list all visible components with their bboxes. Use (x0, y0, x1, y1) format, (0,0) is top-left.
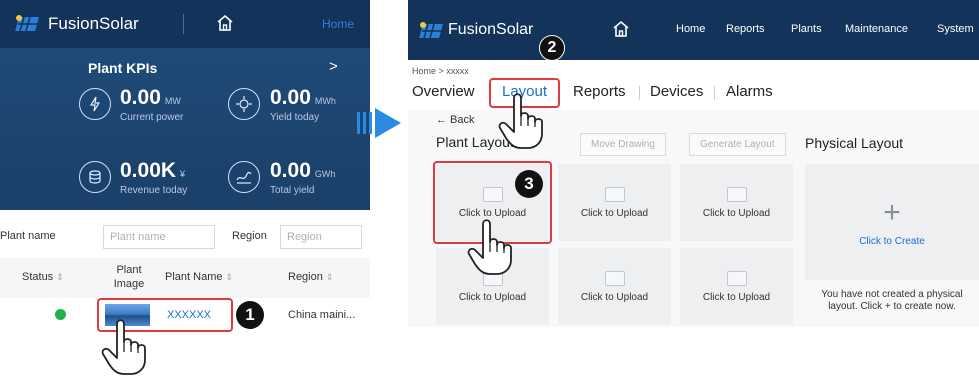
move-drawing-button[interactable]: Move Drawing (580, 133, 666, 156)
th-region-label: Region (288, 271, 323, 283)
kpi-label: Yield today (270, 112, 320, 123)
web-top-bar: FusionSolar Home Reports Plants Maintena… (408, 0, 979, 60)
sort-icon: ⇕ (56, 272, 64, 282)
nav-home[interactable]: Home (676, 23, 705, 35)
nav-maintenance[interactable]: Maintenance (845, 23, 908, 35)
yield-today-icon (228, 88, 260, 120)
region-label: Region (232, 230, 267, 242)
image-placeholder-icon (726, 270, 747, 286)
upload-cell[interactable]: Click to Upload (680, 248, 793, 325)
kpi-label: Revenue today (120, 185, 188, 196)
nav-plants[interactable]: Plants (791, 23, 822, 35)
home-icon[interactable] (215, 13, 235, 33)
create-label: Click to Create (859, 235, 925, 247)
region-input[interactable]: Region (280, 225, 362, 249)
tab-overview[interactable]: Overview (412, 83, 475, 100)
th-plant-name[interactable]: Plant Name ⇕ (165, 271, 233, 283)
brand-name: FusionSolar (448, 21, 534, 38)
th-region[interactable]: Region ⇕ (288, 271, 333, 283)
th-plant-image-line1: Plant (116, 264, 142, 276)
th-plant-name-label: Plant Name (165, 271, 223, 283)
nav-system[interactable]: System (937, 23, 974, 35)
nav-reports[interactable]: Reports (726, 23, 765, 35)
fusionsolar-logo-icon (419, 22, 444, 39)
upload-cell[interactable]: Click to Upload (558, 164, 671, 241)
kpi-value: 0.00 (120, 86, 161, 109)
hand-pointer-icon (101, 319, 146, 375)
fusionsolar-logo-icon (15, 15, 40, 32)
kpi-value: 0.00K (120, 159, 177, 182)
back-link[interactable]: ← Back (436, 114, 475, 126)
kpi-yield-today: 0.00 MWh Yield today (270, 86, 336, 123)
home-link[interactable]: Home (322, 17, 354, 31)
th-plant-image: Plant Image (106, 263, 152, 291)
tab-divider (639, 86, 640, 100)
sort-icon: ⇕ (325, 272, 334, 282)
kpi-value: 0.00 (270, 159, 311, 182)
empty-note-line1: You have not created a physical (821, 289, 963, 300)
transition-arrow-icon (357, 108, 401, 138)
image-placeholder-icon (604, 186, 625, 202)
hand-pointer-icon (498, 93, 543, 149)
th-status-label: Status (22, 271, 54, 283)
mobile-app-panel: FusionSolar Home Plant KPIs > 0.00 MW Cur… (0, 0, 370, 375)
kpi-value: 0.00 (270, 86, 311, 109)
upload-label: Click to Upload (458, 291, 527, 303)
sort-icon: ⇕ (225, 272, 234, 282)
upload-cell[interactable]: Click to Upload (680, 164, 793, 241)
revenue-icon (79, 161, 111, 193)
plant-name-label: Plant name (0, 230, 56, 242)
step-3-badge: 3 (515, 170, 543, 198)
image-placeholder-icon (726, 186, 747, 202)
upload-label: Click to Upload (580, 207, 649, 219)
kpi-unit: ¥ (180, 169, 186, 179)
top-bar: FusionSolar Home (0, 0, 370, 48)
hand-pointer-icon (467, 219, 512, 275)
divider (183, 14, 184, 34)
total-yield-icon (228, 161, 260, 193)
kpi-revenue-today: 0.00K ¥ Revenue today (120, 159, 187, 196)
plant-name-link[interactable]: XXXXXX (167, 309, 211, 321)
home-icon[interactable] (611, 19, 631, 39)
kpi-unit: GWh (314, 169, 336, 179)
upload-label: Click to Upload (702, 291, 771, 303)
upload-label: Click to Upload (580, 291, 649, 303)
breadcrumb[interactable]: Home > xxxxx (412, 66, 469, 76)
step-2-badge: 2 (539, 35, 565, 61)
create-layout-card[interactable]: + Click to Create (805, 164, 979, 280)
kpi-current-power: 0.00 MW Current power (120, 86, 183, 123)
kpi-title: Plant KPIs (88, 60, 158, 76)
tab-divider (714, 86, 715, 100)
kpi-total-yield: 0.00 GWh Total yield (270, 159, 335, 196)
upload-label: Click to Upload (702, 207, 771, 219)
empty-note-line2: layout. Click + to create now. (828, 301, 956, 312)
plant-region: China maini... (288, 309, 356, 321)
tab-devices[interactable]: Devices (650, 83, 703, 100)
upload-cell[interactable]: Click to Upload (558, 248, 671, 325)
kpi-more-arrow[interactable]: > (329, 58, 338, 75)
kpi-label: Total yield (270, 185, 315, 196)
th-status[interactable]: Status ⇕ (22, 271, 64, 283)
kpi-label: Current power (120, 112, 184, 123)
empty-layout-note: You have not created a physical layout. … (805, 289, 979, 313)
plant-kpis-card: Plant KPIs > 0.00 MW Current power 0.00 MW… (0, 48, 370, 210)
power-icon (79, 88, 111, 120)
plant-name-input[interactable]: Plant name (103, 225, 215, 249)
physical-layout-title: Physical Layout (805, 135, 904, 151)
step-1-badge: 1 (236, 301, 264, 329)
tab-alarms[interactable]: Alarms (726, 83, 773, 100)
generate-layout-button[interactable]: Generate Layout (689, 133, 786, 156)
status-dot-icon (55, 309, 66, 320)
image-placeholder-icon (604, 270, 625, 286)
tab-reports[interactable]: Reports (573, 83, 626, 100)
brand-name: FusionSolar (48, 14, 139, 33)
kpi-unit: MWh (314, 96, 336, 106)
plus-icon: + (883, 195, 901, 229)
kpi-unit: MW (164, 96, 181, 106)
th-plant-image-line2: Image (113, 278, 145, 290)
